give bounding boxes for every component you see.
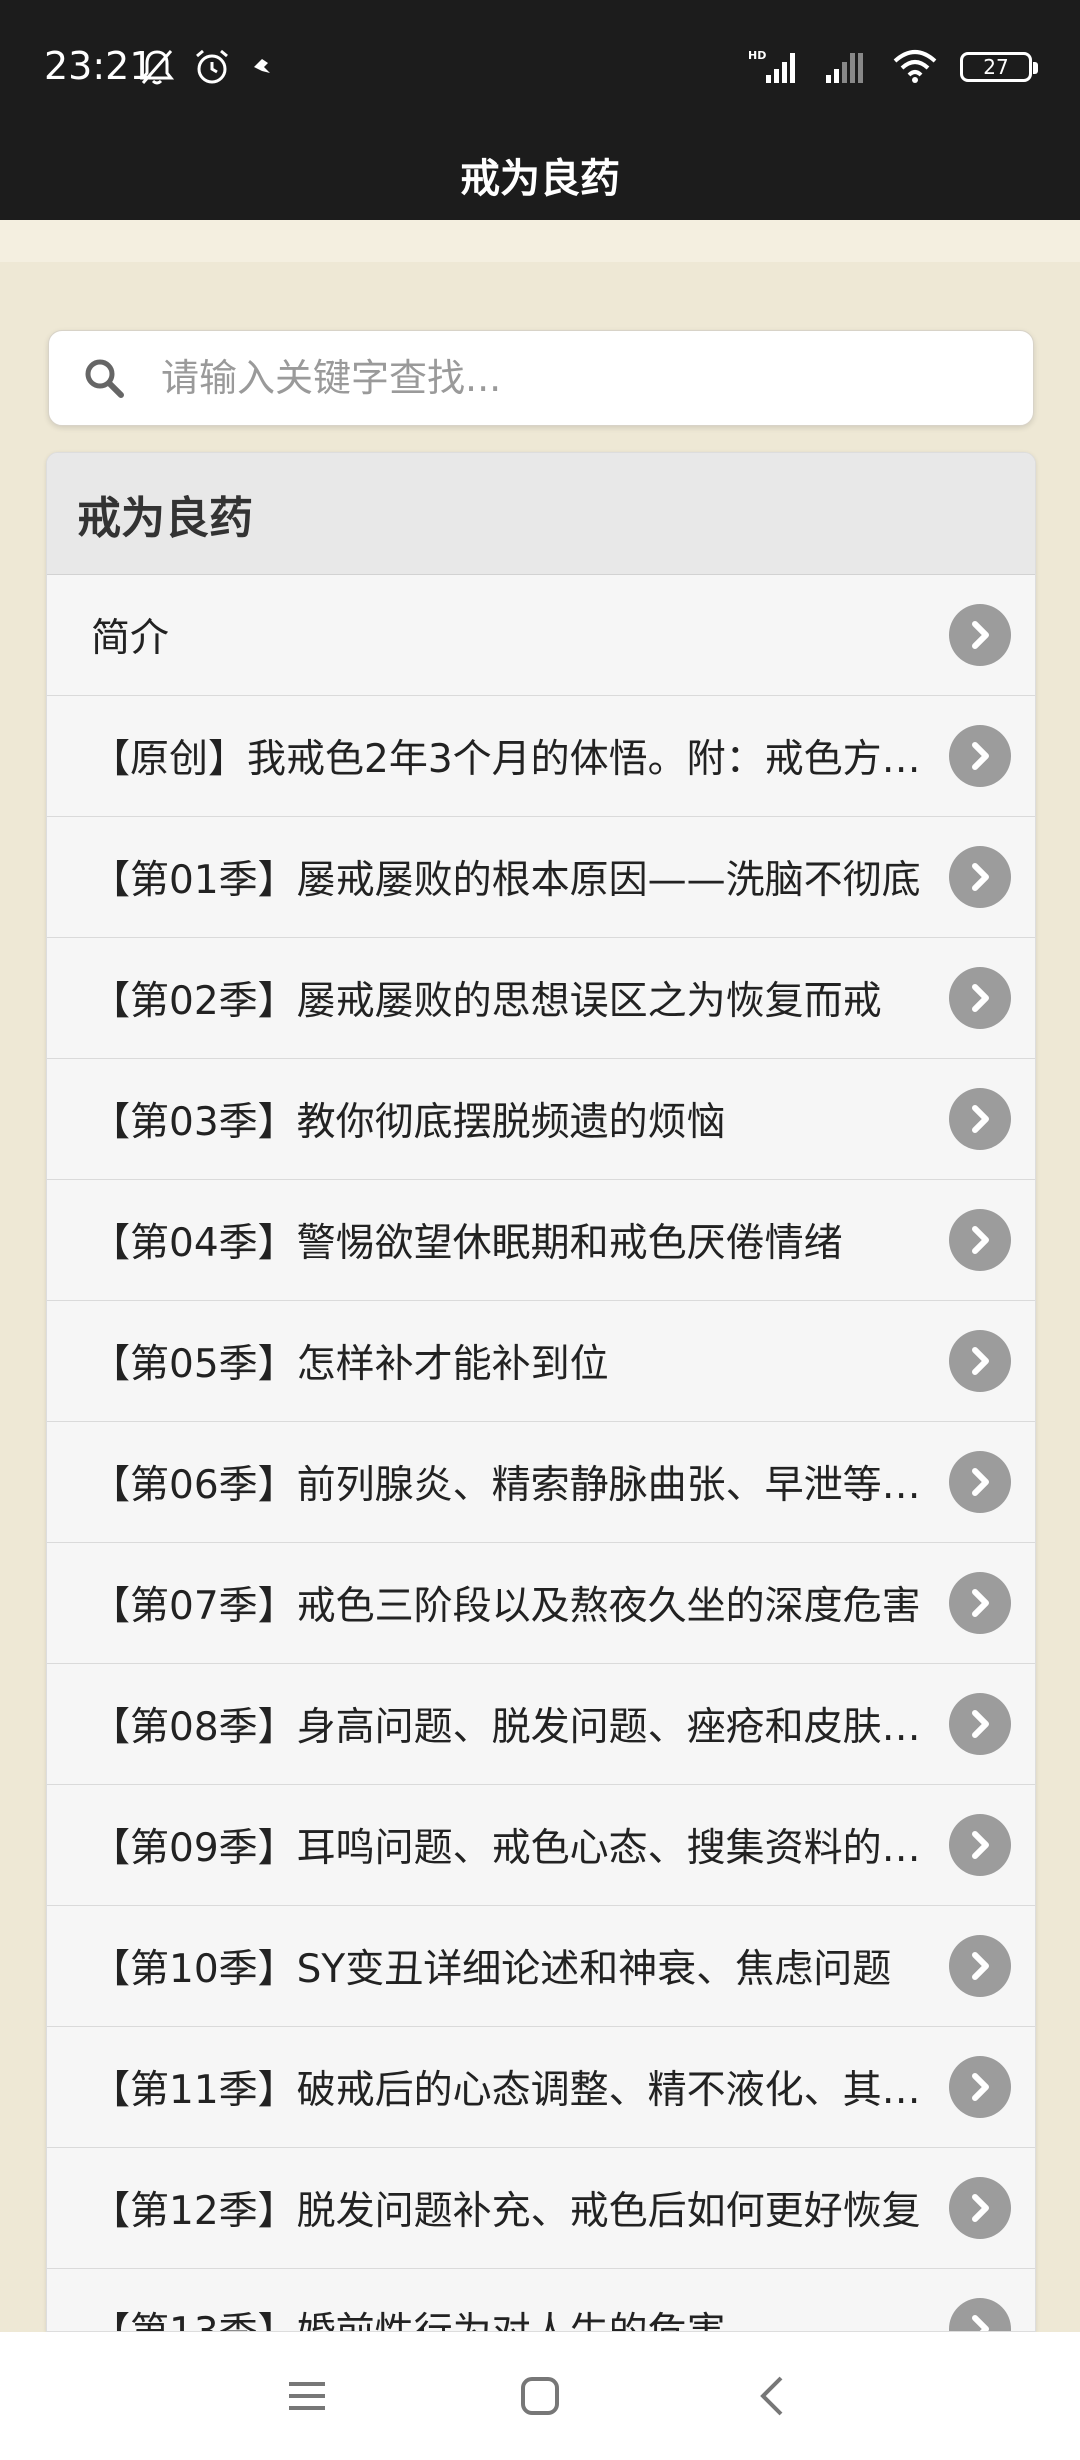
chevron-right-icon[interactable] xyxy=(949,1330,1011,1392)
home-square-icon xyxy=(520,2377,559,2415)
signal-icon xyxy=(826,53,863,83)
list-item-label: 【第04季】警惕欲望休眠期和戒色厌倦情绪 xyxy=(91,1221,843,1266)
chevron-right-icon[interactable] xyxy=(949,1814,1011,1876)
wifi-icon xyxy=(893,50,937,83)
menu-icon xyxy=(288,2382,325,2410)
chevron-right-icon[interactable] xyxy=(949,604,1011,666)
list-item[interactable]: 简介 xyxy=(47,575,1035,696)
list-item-label: 【第12季】脱发问题补充、戒色后如何更好恢复 xyxy=(91,2189,921,2234)
list-header: 戒为良药 xyxy=(47,453,1035,575)
chevron-right-icon[interactable] xyxy=(949,1209,1011,1271)
list-item-label: 【第13季】婚前性行为对人生的危害 xyxy=(91,2301,949,2331)
chevron-right-icon[interactable] xyxy=(949,1451,1011,1513)
page-title: 戒为良药 xyxy=(460,156,620,202)
list-item[interactable]: 【第05季】怎样补才能补到位 xyxy=(47,1301,1035,1422)
chevron-right-icon[interactable] xyxy=(949,1572,1011,1634)
chevron-right-icon[interactable] xyxy=(949,967,1011,1029)
list-item[interactable]: 【第12季】脱发问题补充、戒色后如何更好恢复 xyxy=(47,2148,1035,2269)
list-item-label: 【第02季】屡戒屡败的思想误区之为恢复而戒 xyxy=(91,979,882,1024)
chevron-right-icon[interactable] xyxy=(949,1088,1011,1150)
chevron-right-icon[interactable] xyxy=(949,2177,1011,2239)
list-item[interactable]: 【第03季】教你彻底摆脱频遗的烦恼 xyxy=(47,1059,1035,1180)
list-item-label: 【第07季】戒色三阶段以及熬夜久坐的深度危害 xyxy=(91,1584,921,1629)
status-bar: 23:21 HD 27 xyxy=(0,0,1080,138)
list-item-label: 【第03季】教你彻底摆脱频遗的烦恼 xyxy=(91,1100,726,1145)
list-item[interactable]: 【第08季】身高问题、脱发问题、痤疮和皮肤问题 xyxy=(47,1664,1035,1785)
system-nav-bar xyxy=(0,2332,1080,2460)
list-item[interactable]: 【第06季】前列腺炎、精索静脉曲张、早泄等问题 xyxy=(47,1422,1035,1543)
list-item-label: 【第11季】破戒后的心态调整、精不液化、其他问题 xyxy=(91,2068,949,2113)
list-item-label: 【第09季】耳鸣问题、戒色心态、搜集资料的重要性 xyxy=(91,1826,949,1871)
nav-home-button[interactable] xyxy=(500,2356,580,2436)
svg-text:HD: HD xyxy=(748,49,766,62)
list-item[interactable]: 【第09季】耳鸣问题、戒色心态、搜集资料的重要性 xyxy=(47,1785,1035,1906)
list-item-label: 【原创】我戒色2年3个月的体悟。附：戒色方法汇总 xyxy=(91,737,949,782)
chevron-right-icon[interactable] xyxy=(949,2298,1011,2331)
nav-back-button[interactable] xyxy=(733,2356,813,2436)
back-chevron-icon xyxy=(760,2376,783,2416)
list-item[interactable]: 【第01季】屡戒屡败的根本原因——洗脑不彻底 xyxy=(47,817,1035,938)
chevron-right-icon[interactable] xyxy=(949,2056,1011,2118)
search-icon xyxy=(85,359,124,398)
list-item[interactable]: 【原创】我戒色2年3个月的体悟。附：戒色方法汇总 xyxy=(47,696,1035,817)
nav-menu-button[interactable] xyxy=(267,2356,347,2436)
list-item-label: 【第08季】身高问题、脱发问题、痤疮和皮肤问题 xyxy=(91,1705,949,1750)
chevron-right-icon[interactable] xyxy=(949,846,1011,908)
chevron-right-icon[interactable] xyxy=(949,725,1011,787)
search-icon-wrap xyxy=(49,330,159,426)
chevron-right-icon[interactable] xyxy=(949,1693,1011,1755)
status-time: 23:21 xyxy=(44,44,154,88)
list-item[interactable]: 【第07季】戒色三阶段以及熬夜久坐的深度危害 xyxy=(47,1543,1035,1664)
search-box[interactable] xyxy=(48,330,1034,426)
signal-hd-icon: HD xyxy=(748,49,795,83)
list-item-label: 简介 xyxy=(91,616,170,661)
list-item-label: 【第10季】SY变丑详细论述和神衰、焦虑问题 xyxy=(91,1947,892,1992)
list-item[interactable]: 【第10季】SY变丑详细论述和神衰、焦虑问题 xyxy=(47,1906,1035,2027)
app-notification-icon xyxy=(254,59,270,73)
chapter-list: 戒为良药 简介【原创】我戒色2年3个月的体悟。附：戒色方法汇总 【第01季】屡戒屡… xyxy=(46,452,1036,2332)
list-item-label: 【第05季】怎样补才能补到位 xyxy=(91,1342,609,1387)
list-item[interactable]: 【第04季】警惕欲望休眠期和戒色厌倦情绪 xyxy=(47,1180,1035,1301)
chevron-right-icon[interactable] xyxy=(949,1935,1011,1997)
status-icons-left xyxy=(140,44,274,90)
status-icons-right: HD 27 xyxy=(748,44,1038,90)
list-item[interactable]: 【第13季】婚前性行为对人生的危害 xyxy=(47,2269,1035,2331)
list-item-label: 【第01季】屡戒屡败的根本原因——洗脑不彻底 xyxy=(91,858,921,903)
bell-muted-icon xyxy=(140,50,174,85)
header-divider xyxy=(0,220,1080,262)
search-input[interactable] xyxy=(159,333,1019,423)
app-header: 戒为良药 xyxy=(0,138,1080,220)
list-item-label: 【第06季】前列腺炎、精索静脉曲张、早泄等问题 xyxy=(91,1463,949,1508)
list-item[interactable]: 【第11季】破戒后的心态调整、精不液化、其他问题 xyxy=(47,2027,1035,2148)
battery-indicator: 27 xyxy=(960,52,1038,82)
alarm-icon xyxy=(196,49,228,84)
list-items: 简介【原创】我戒色2年3个月的体悟。附：戒色方法汇总 【第01季】屡戒屡败的根本原… xyxy=(47,575,1035,2331)
list-item[interactable]: 【第02季】屡戒屡败的思想误区之为恢复而戒 xyxy=(47,938,1035,1059)
